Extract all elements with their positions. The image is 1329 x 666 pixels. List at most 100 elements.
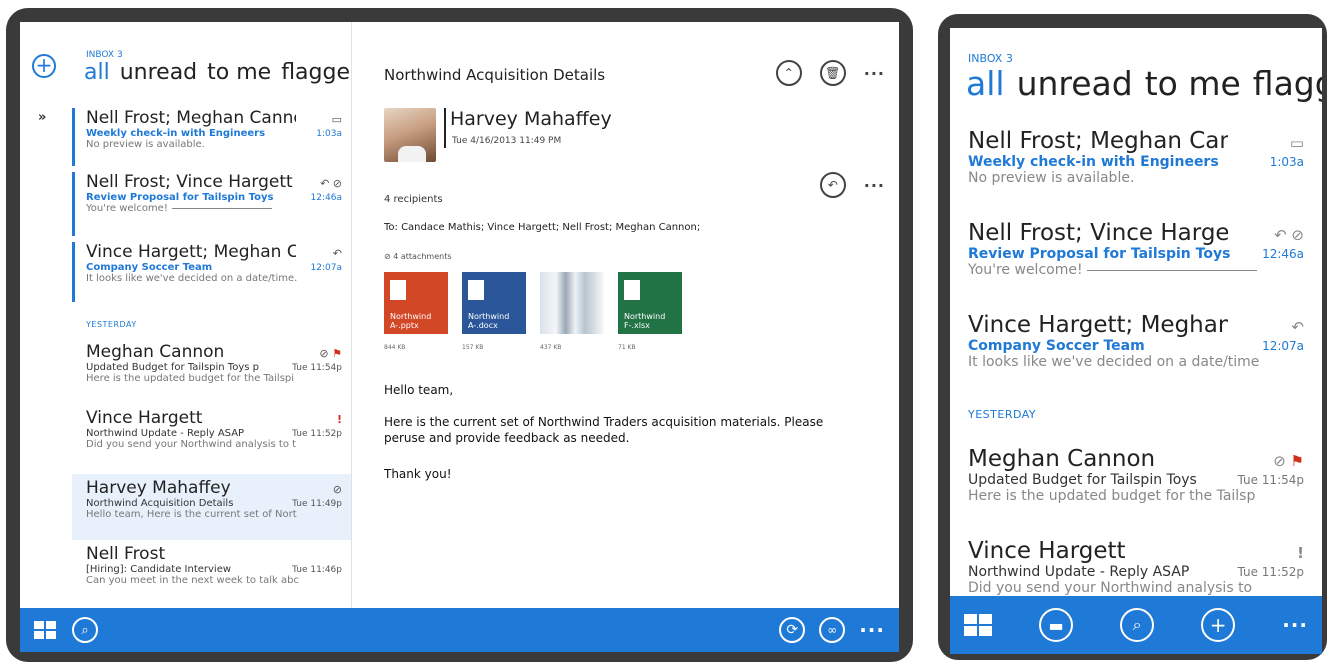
- paperclip-icon: ⊘: [1273, 452, 1286, 470]
- more-icon[interactable]: ···: [864, 176, 885, 195]
- section-header-yesterday: YESTERDAY: [968, 408, 1037, 421]
- app-bar: ▬ ⌕ + ···: [950, 596, 1322, 654]
- excel-icon: [624, 280, 640, 300]
- message-preview: You're welcome!: [968, 262, 1083, 278]
- flag-icon: ⚑: [332, 347, 342, 360]
- tiles-icon[interactable]: [34, 621, 56, 639]
- pivot-unread[interactable]: unread: [1017, 64, 1133, 103]
- more-icon[interactable]: ···: [864, 64, 885, 83]
- left-rail: + »: [20, 22, 70, 608]
- pivot-to-me[interactable]: to me: [1145, 64, 1241, 103]
- new-message-icon[interactable]: +: [1201, 608, 1236, 642]
- message-preview: Did you send your Northwind analysis to: [968, 580, 1253, 596]
- glasses-icon[interactable]: ∞: [819, 617, 846, 643]
- paperclip-icon: ⊘: [332, 483, 342, 496]
- message-time: 12:07a: [310, 263, 342, 273]
- message-item[interactable]: Meghan Cannon ⊘ ⚑ Updated Budget for Tail…: [72, 342, 351, 408]
- delete-icon[interactable]: 🗑: [819, 60, 846, 86]
- message-item[interactable]: Vince Hargett! Northwind Update - Reply …: [72, 408, 351, 474]
- message-from: Meghan Cannon: [86, 342, 225, 362]
- flag-icon: ⚑: [1290, 452, 1304, 470]
- pivot-all[interactable]: all: [84, 60, 110, 85]
- message-from: Vince Hargett: [968, 538, 1126, 564]
- pivot-to-me[interactable]: to me: [207, 60, 271, 85]
- draft-underline: [171, 207, 272, 209]
- message-item[interactable]: Vince Hargett; Meghan Cannon ↶ Company So…: [72, 242, 351, 308]
- attachment-xlsx[interactable]: Northwind F-.xlsx: [618, 272, 682, 334]
- new-message-icon[interactable]: +: [32, 54, 56, 78]
- attachment-image[interactable]: [540, 272, 604, 334]
- message-subject: Review Proposal for Tailspin Toys: [86, 192, 274, 203]
- message-list-pane: INBOX 3 all unread to me flagged Nell Frost…: [72, 22, 352, 608]
- message-from: Vince Hargett: [86, 408, 203, 428]
- pivot-bar: all unread to me flagged: [966, 64, 1322, 103]
- message-item[interactable]: Meghan Cannon ⊘ ⚑ Updated Budget for Tail…: [968, 446, 1304, 504]
- search-icon[interactable]: ⌕: [1120, 608, 1155, 642]
- expand-pane-icon[interactable]: »: [38, 110, 46, 125]
- message-subject: Updated Budget for Tailspin Toys: [968, 472, 1197, 488]
- more-icon[interactable]: ···: [859, 618, 885, 642]
- message-preview: You're welcome!: [86, 203, 168, 214]
- pivot-all[interactable]: all: [966, 64, 1005, 103]
- message-preview: Did you send your Northwind analysis to …: [86, 439, 297, 450]
- message-preview: Can you meet in the next week to talk ab…: [86, 575, 299, 586]
- attachments-label: 4 attachments: [393, 252, 452, 261]
- message-time: 12:46a: [1262, 247, 1304, 261]
- reply-attachment-icon: ↶ ⊘: [1274, 226, 1304, 244]
- message-item[interactable]: Vince Hargett! Northwind Update - Reply …: [968, 538, 1304, 596]
- body-text: Here is the current set of Northwind Tra…: [384, 415, 824, 445]
- pivot-flagged[interactable]: flagged: [1253, 64, 1322, 103]
- paperclip-icon: ⊘: [319, 347, 329, 360]
- message-subject: Company Soccer Team: [86, 262, 213, 273]
- message-item[interactable]: Nell Frost [Hiring]: Candidate Interview…: [72, 544, 351, 608]
- app-bar: ⌕ ⟳ ∞ ···: [20, 608, 899, 652]
- message-time: Tue 11:54p: [1237, 473, 1304, 487]
- message-time: 12:46a: [310, 193, 342, 203]
- message-item[interactable]: Nell Frost; Meghan Cannon ▭ Weekly check-…: [72, 108, 351, 172]
- attachment-docx[interactable]: Northwind A-.docx: [462, 272, 526, 334]
- paperclip-icon: ⊘: [384, 252, 394, 261]
- message-item[interactable]: Vince Hargett; Meghan Cannon ↶ Company So…: [968, 312, 1304, 370]
- pivot-bar: all unread to me flagged: [84, 60, 351, 85]
- message-preview: It looks like we've decided on a date/ti…: [968, 354, 1260, 370]
- message-preview: Here is the updated budget for the Tails…: [86, 373, 295, 384]
- message-time: 1:03a: [1269, 155, 1304, 169]
- message-time: Tue 11:49p: [292, 499, 342, 509]
- search-icon[interactable]: ⌕: [72, 617, 98, 643]
- message-from: Harvey Mahaffey: [86, 478, 231, 498]
- reply-icon: ↶: [332, 247, 342, 260]
- message-from: Nell Frost; Vince Hargett: [86, 172, 293, 192]
- message-item-selected[interactable]: Harvey Mahaffey ⊘ Northwind Acquisition D…: [72, 474, 351, 540]
- tiles-icon[interactable]: [964, 614, 992, 636]
- attachment-size: 157 KB: [462, 344, 484, 351]
- message-subject: Northwind Acquisition Details: [86, 498, 234, 509]
- message-preview: No preview is available.: [86, 139, 205, 150]
- reply-icon[interactable]: ↶: [819, 172, 846, 198]
- message-preview: Hello team, Here is the current set of N…: [86, 509, 297, 520]
- message-item[interactable]: Nell Frost; Vince Hargett ↶ ⊘ Review Prop…: [968, 220, 1304, 278]
- sender-avatar: [384, 108, 436, 162]
- attachment-size: 437 KB: [540, 344, 562, 351]
- pivot-unread[interactable]: unread: [120, 60, 197, 85]
- attachment-pptx[interactable]: Northwind A-.pptx: [384, 272, 448, 334]
- message-preview: Here is the updated budget for the Tails…: [968, 488, 1256, 504]
- phone-screen: INBOX 3 allunreadto meflagged Nell Frost…: [950, 28, 1322, 654]
- recipients-count[interactable]: 4 recipients: [384, 194, 443, 205]
- message-from: Nell Frost; Meghan Cannon: [968, 128, 1228, 154]
- reading-subject: Northwind Acquisition Details: [384, 66, 606, 84]
- chevron-up-circle-icon[interactable]: ⌃: [775, 60, 802, 86]
- message-item[interactable]: Nell Frost; Vince Hargett ↶ ⊘ Review Prop…: [72, 172, 351, 242]
- body-signoff: Thank you!: [384, 467, 452, 481]
- folder-icon[interactable]: ▬: [1039, 608, 1074, 642]
- sync-icon[interactable]: ⟳: [779, 617, 806, 643]
- attachment-size: 844 KB: [384, 344, 406, 351]
- pivot-flagged[interactable]: flagged: [281, 60, 351, 85]
- message-subject: Northwind Update - Reply ASAP: [86, 428, 245, 439]
- message-subject: Northwind Update - Reply ASAP: [968, 564, 1190, 580]
- sender-name[interactable]: Harvey Mahaffey: [450, 108, 612, 130]
- more-icon[interactable]: ···: [1282, 613, 1308, 637]
- avatar-divider: [444, 108, 446, 148]
- reply-icon: ↶: [1291, 318, 1304, 336]
- message-item[interactable]: Nell Frost; Meghan Cannon ▭ Weekly check-…: [968, 128, 1304, 186]
- message-time: Tue 11:52p: [1237, 565, 1304, 579]
